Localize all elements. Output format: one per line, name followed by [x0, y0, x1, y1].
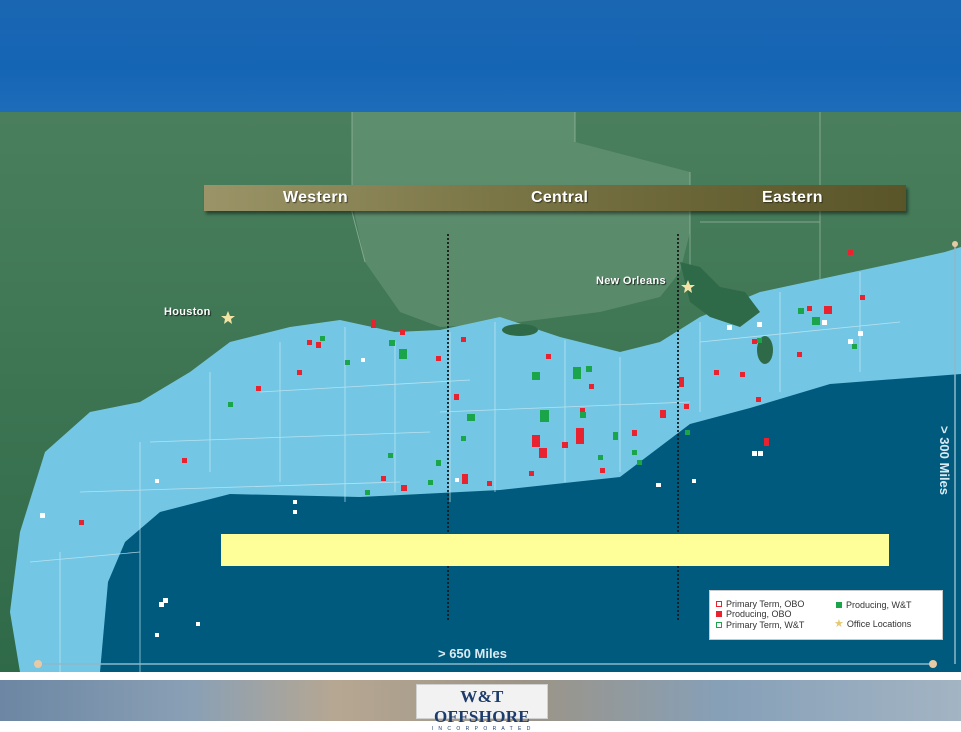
new-orleans-label: New Orleans — [596, 275, 666, 287]
legend-label: Office Locations — [846, 619, 912, 629]
vertical-measure-start — [952, 241, 958, 247]
horizontal-measure-end — [929, 660, 937, 668]
houston-label: Houston — [164, 306, 211, 318]
legend-office-locations: ★ Office Locations — [834, 617, 912, 630]
map-legend: Primary Term, OBO Producing, OBO Primary… — [709, 590, 943, 640]
green-square-icon — [836, 602, 842, 608]
legend-producing-wt: Producing, W&T — [836, 600, 912, 610]
region-banner: Western Central Eastern — [204, 185, 906, 211]
legend-primary-term-obo: Primary Term, OBO — [716, 599, 804, 609]
legend-producing-obo: Producing, OBO — [716, 609, 792, 619]
region-eastern-label: Eastern — [762, 189, 823, 206]
logo-name: W&T OFFSHORE — [434, 687, 530, 726]
legend-label: Producing, W&T — [846, 600, 912, 610]
logo-tagline: I N C O R P O R A T E D — [431, 726, 533, 732]
footer-divider — [0, 672, 961, 680]
header-band — [0, 0, 961, 112]
region-western-label: Western — [283, 189, 348, 206]
outline-green-square-icon — [716, 622, 722, 628]
highlight-bar — [221, 534, 889, 566]
vertical-distance-wrapper: > 300 Miles — [937, 426, 952, 516]
horizontal-measure-start — [34, 660, 42, 668]
legend-primary-term-wt: Primary Term, W&T — [716, 620, 804, 630]
region-central-label: Central — [531, 189, 589, 206]
outline-red-square-icon — [716, 601, 722, 607]
horizontal-distance-label: > 650 Miles — [438, 646, 508, 661]
company-logo: W&T OFFSHORE I N C O R P O R A T E D — [416, 684, 548, 732]
star-icon: ★ — [834, 617, 844, 630]
legend-label: Primary Term, OBO — [726, 599, 805, 609]
legend-label: Producing, OBO — [726, 609, 792, 619]
red-square-icon — [716, 611, 722, 617]
legend-label: Primary Term, W&T — [726, 620, 805, 630]
vertical-distance-label: > 300 Miles — [937, 426, 952, 496]
